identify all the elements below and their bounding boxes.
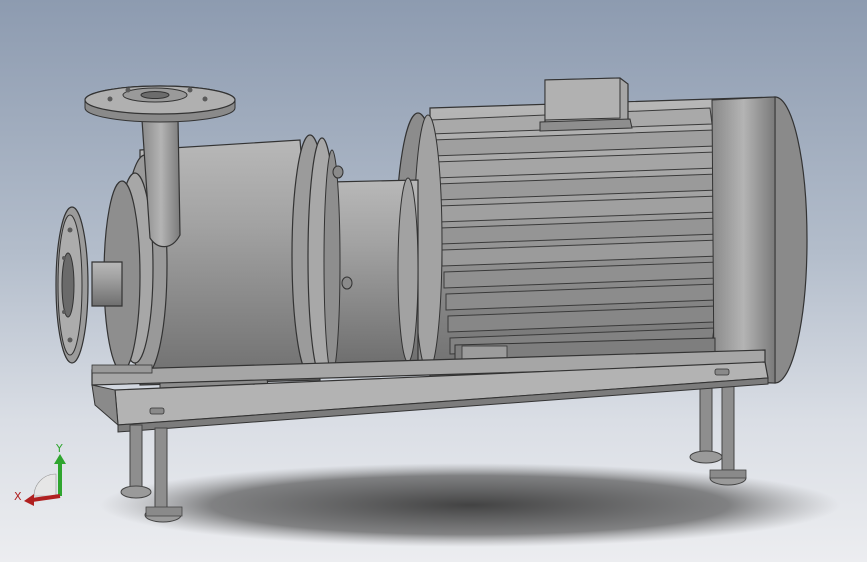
pump-casing[interactable] [103, 134, 344, 386]
y-axis-label: Y [55, 442, 63, 455]
reference-triad: Y X [14, 442, 66, 506]
x-axis-arrowhead [24, 494, 34, 506]
pump-motor-assembly-model[interactable] [0, 0, 867, 562]
coupling-housing[interactable] [329, 177, 419, 366]
x-axis-label: X [14, 490, 22, 503]
y-axis-arrowhead [54, 454, 66, 464]
x-axis-arrow [31, 494, 61, 502]
graphics-viewport[interactable]: Y X [0, 0, 867, 562]
electric-motor[interactable] [395, 77, 808, 384]
rear-right-legs [689, 374, 747, 486]
terminal-box[interactable] [539, 77, 633, 132]
cooling-fins [429, 107, 721, 355]
z-axis-disc [33, 473, 57, 497]
